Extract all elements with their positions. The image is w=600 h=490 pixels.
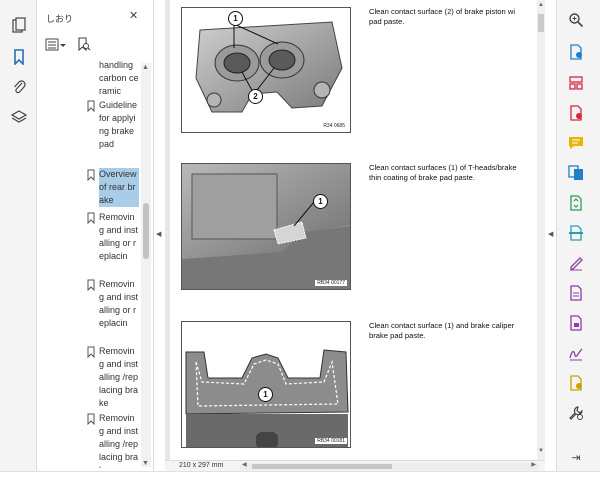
scroll-left-icon[interactable]: ◀ — [242, 461, 247, 468]
t-head-illustration — [182, 164, 350, 289]
scroll-thumb[interactable] — [538, 14, 544, 32]
document-view: 1 2 R34 0685 Clean contact surface (2) o… — [165, 0, 545, 471]
document-horizontal-scrollbar[interactable]: ◀ ▶ — [240, 461, 538, 470]
compress-icon[interactable] — [567, 194, 585, 212]
bookmark-icon — [87, 100, 95, 112]
figure-code: RB34 00177 — [315, 280, 347, 286]
bookmark-list: handling carbon ceramic Guideline for ap… — [37, 58, 141, 468]
scroll-up-icon[interactable]: ▲ — [142, 64, 149, 71]
protect-icon[interactable] — [567, 314, 585, 332]
bookmark-icon[interactable] — [8, 46, 30, 68]
bookmark-label: Removing and installing /replacing brake — [99, 346, 139, 408]
collapse-glyph: ⇥ — [571, 451, 581, 464]
bookmark-label: Guideline for applying brake pad — [99, 100, 138, 149]
bookmark-options-menu-icon[interactable] — [45, 37, 67, 53]
edit-pdf-icon[interactable] — [567, 284, 585, 302]
bookmark-icon — [87, 212, 95, 224]
scroll-down-icon[interactable]: ▼ — [142, 460, 149, 467]
bookmark-icon — [87, 413, 95, 425]
combine-files-icon[interactable] — [567, 164, 585, 182]
figure-brake-caliper: 1 RB34 00181 — [181, 321, 351, 448]
close-icon[interactable]: ✕ — [129, 9, 143, 23]
scroll-up-icon[interactable]: ▲ — [538, 2, 544, 8]
figure-caliper-pistons: 1 2 R34 0685 — [181, 7, 351, 133]
fill-sign-icon[interactable] — [567, 254, 585, 272]
zoom-icon[interactable] — [567, 11, 585, 29]
attachment-icon[interactable] — [8, 76, 30, 98]
bookmarks-toolbar — [45, 37, 91, 53]
figure-t-heads: 1 RB34 00177 — [181, 163, 351, 290]
export-pdf-icon[interactable] — [567, 104, 585, 122]
layers-icon[interactable] — [8, 106, 30, 128]
figure-code: R34 0685 — [321, 123, 347, 129]
scroll-down-icon[interactable]: ▼ — [538, 448, 544, 454]
bookmark-icon — [87, 279, 95, 291]
caliper-illustration — [182, 8, 350, 132]
right-tool-rail: ⇥ — [556, 0, 600, 471]
instruction-text: Clean contact surfaces (1) of T-heads/br… — [369, 163, 517, 182]
bookmark-label: Removing and installing /replacing brake — [99, 413, 139, 468]
collapse-right-panel-icon[interactable]: ◀ — [548, 230, 553, 238]
collapse-left-panel-icon[interactable]: ◀ — [156, 230, 161, 238]
request-signature-icon[interactable] — [567, 344, 585, 362]
left-tool-rail — [0, 0, 37, 471]
send-track-icon[interactable] — [567, 374, 585, 392]
callout-marker: 2 — [248, 89, 263, 104]
create-pdf-icon[interactable] — [567, 43, 585, 61]
figure-code: RB34 00181 — [315, 438, 347, 444]
callout-marker: 1 — [228, 11, 243, 26]
wrench-icon[interactable] — [567, 404, 585, 422]
instruction-text: Clean contact surface (2) of brake pisto… — [369, 7, 516, 26]
page-size-readout: 210 x 297 mm — [179, 462, 224, 469]
collapse-tools-icon[interactable]: ⇥ — [567, 448, 585, 466]
bookmark-label: Removing and installing or replacin — [99, 212, 139, 261]
scroll-right-icon[interactable]: ▶ — [531, 461, 536, 468]
scroll-thumb[interactable] — [252, 464, 392, 469]
bookmark-label-selected: Overview of rear brake — [99, 168, 139, 207]
bookmark-icon — [87, 169, 95, 181]
comment-icon[interactable] — [567, 134, 585, 152]
bookmark-label: handling carbon ceramic — [99, 60, 139, 96]
instruction-text: Clean contact surface (1) and brake cali… — [369, 321, 515, 340]
pdf-page: 1 2 R34 0685 Clean contact surface (2) o… — [170, 0, 540, 460]
bookmark-label: Removing and installing or replacin — [99, 279, 139, 328]
bookmarks-panel: しおり ✕ handling carbon ceramic Guideline … — [37, 0, 154, 471]
callout-marker: 1 — [313, 194, 328, 209]
find-bookmark-icon[interactable] — [77, 37, 91, 53]
document-vertical-scrollbar[interactable]: ▲ ▼ — [537, 0, 545, 460]
organize-pages-icon[interactable] — [567, 74, 585, 92]
window-bottom-edge — [0, 471, 600, 490]
page-thumbnails-icon[interactable] — [8, 14, 30, 36]
callout-marker: 1 — [258, 387, 273, 402]
bookmarks-scrollbar[interactable]: ▲ ▼ — [141, 63, 151, 467]
bookmarks-title: しおり — [46, 14, 74, 24]
close-glyph: ✕ — [129, 10, 139, 22]
scan-ocr-icon[interactable] — [567, 224, 585, 242]
status-bar: 210 x 297 mm ◀ ▶ — [165, 460, 545, 471]
bookmark-icon — [87, 346, 95, 358]
caliper-contact-illustration — [182, 322, 350, 447]
scroll-thumb[interactable] — [143, 203, 149, 259]
